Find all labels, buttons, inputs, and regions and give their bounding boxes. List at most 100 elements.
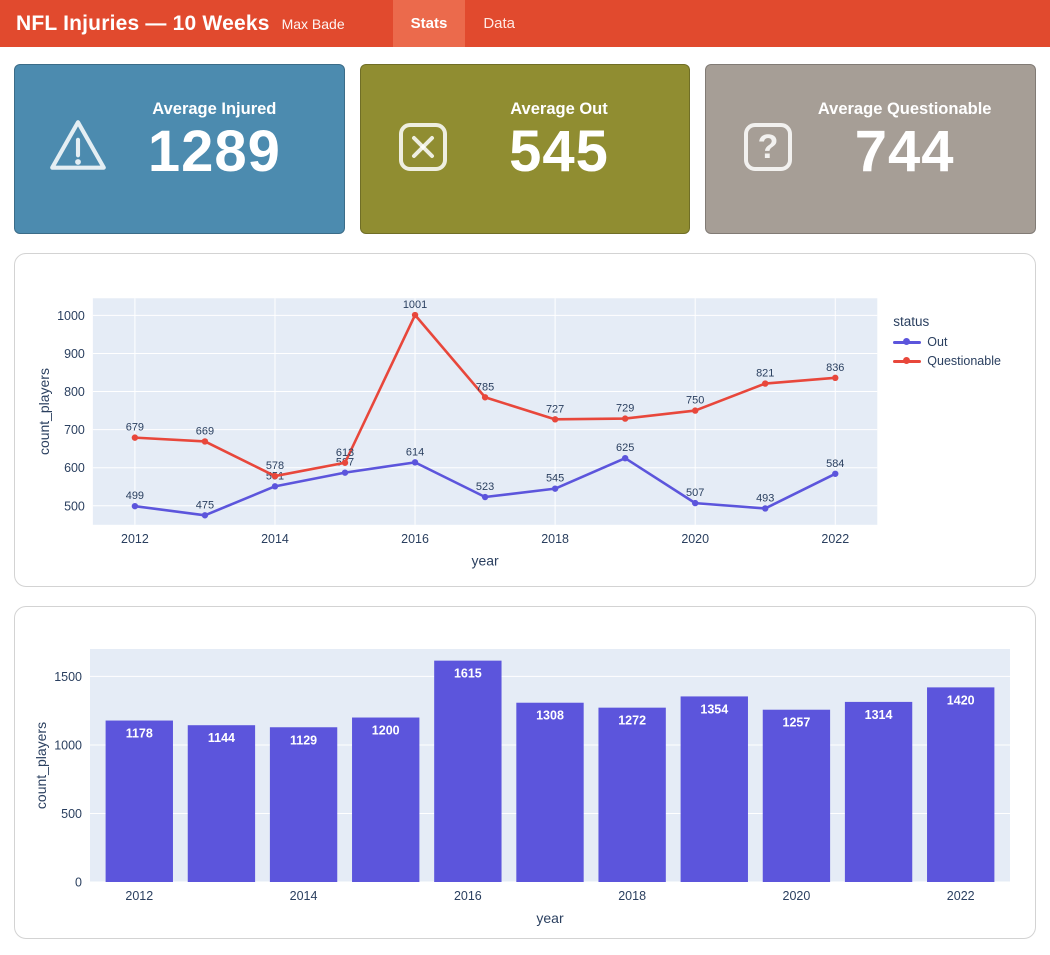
x-square-icon — [391, 115, 455, 184]
line-chart[interactable]: 5006007008009001000201220142016201820202… — [29, 282, 893, 582]
kpi-value: 744 — [855, 119, 955, 186]
bar-label: 1129 — [290, 733, 317, 747]
y-tick-label: 1000 — [57, 309, 85, 323]
bar-2015[interactable] — [352, 718, 419, 882]
bar-2017[interactable] — [516, 703, 583, 882]
data-label-questionable: 669 — [196, 425, 214, 437]
chart-legend: status OutQuestionable — [893, 282, 1023, 580]
data-label-questionable: 1001 — [403, 299, 427, 311]
kpi-row: Average Injured 1289 Average Out 545 — [14, 64, 1036, 234]
data-label-out: 545 — [546, 473, 564, 485]
x-tick-label: 2018 — [541, 532, 569, 546]
y-tick-label: 500 — [64, 499, 85, 513]
data-label-out: 584 — [826, 458, 844, 470]
kpi-value: 545 — [509, 119, 609, 186]
tab-stats[interactable]: Stats — [393, 0, 466, 47]
bar-label: 1257 — [783, 716, 811, 730]
bar-label: 1354 — [700, 702, 728, 716]
bar-2013[interactable] — [188, 725, 255, 882]
data-label-questionable: 821 — [756, 368, 774, 380]
app-title: NFL Injuries — 10 Weeks — [16, 12, 270, 36]
x-tick-label: 2016 — [401, 532, 429, 546]
data-point-out — [832, 471, 838, 477]
data-label-questionable: 836 — [826, 362, 844, 374]
data-label-questionable: 729 — [616, 403, 634, 415]
bar-2022[interactable] — [927, 687, 994, 882]
x-tick-label: 2016 — [454, 889, 482, 903]
svg-text:?: ? — [758, 128, 779, 166]
bar-label: 1615 — [454, 667, 482, 681]
app-header: NFL Injuries — 10 Weeks Max Bade Stats D… — [0, 0, 1050, 47]
data-point-out — [412, 459, 418, 465]
data-point-questionable — [832, 375, 838, 381]
data-label-questionable: 785 — [476, 381, 494, 393]
kpi-title: Average Out — [510, 100, 608, 119]
tab-data[interactable]: Data — [465, 0, 533, 47]
data-point-questionable — [552, 416, 558, 422]
data-label-out: 523 — [476, 481, 494, 493]
data-label-questionable: 578 — [266, 460, 284, 472]
data-label-out: 475 — [196, 499, 214, 511]
data-label-out: 625 — [616, 442, 634, 454]
data-point-out — [482, 494, 488, 500]
x-tick-label: 2014 — [261, 532, 289, 546]
legend-item-questionable[interactable]: Questionable — [893, 354, 1023, 368]
x-tick-label: 2012 — [125, 889, 153, 903]
y-tick-label: 600 — [64, 461, 85, 475]
bar-label: 1200 — [372, 724, 400, 738]
kpi-title: Average Questionable — [818, 100, 992, 119]
y-tick-label: 500 — [61, 807, 82, 821]
data-label-out: 499 — [126, 490, 144, 502]
data-label-out: 493 — [756, 492, 774, 504]
kpi-title: Average Injured — [152, 100, 276, 119]
bar-2012[interactable] — [106, 721, 173, 882]
x-tick-label: 2020 — [783, 889, 811, 903]
data-point-questionable — [272, 473, 278, 479]
data-label-questionable: 613 — [336, 447, 354, 459]
kpi-card-average-questionable: ? Average Questionable 744 — [705, 64, 1036, 234]
kpi-card-average-out: Average Out 545 — [360, 64, 691, 234]
main-content: Average Injured 1289 Average Out 545 — [0, 47, 1050, 939]
data-label-out: 614 — [406, 446, 424, 458]
bar-2014[interactable] — [270, 727, 337, 882]
data-label-out: 507 — [686, 487, 704, 499]
bar-2020[interactable] — [763, 710, 830, 882]
data-point-out — [692, 500, 698, 506]
data-point-out — [622, 455, 628, 461]
data-label-questionable: 750 — [686, 395, 704, 407]
bar-2021[interactable] — [845, 702, 912, 882]
bar-label: 1308 — [536, 709, 564, 723]
y-tick-label: 1500 — [54, 670, 82, 684]
x-axis-title: year — [536, 910, 564, 926]
bar-label: 1314 — [865, 708, 893, 722]
line-chart-card: 5006007008009001000201220142016201820202… — [14, 253, 1036, 587]
y-tick-label: 700 — [64, 423, 85, 437]
bar-2019[interactable] — [681, 696, 748, 882]
x-tick-label: 2014 — [290, 889, 318, 903]
x-axis-title: year — [471, 553, 499, 569]
legend-swatch — [893, 337, 921, 347]
x-tick-label: 2022 — [947, 889, 975, 903]
kpi-card-average-injured: Average Injured 1289 — [14, 64, 345, 234]
question-square-icon: ? — [736, 115, 800, 184]
legend-label: Questionable — [927, 354, 1001, 368]
y-axis-title: count_players — [36, 368, 52, 455]
x-tick-label: 2018 — [618, 889, 646, 903]
y-axis-title: count_players — [33, 722, 49, 809]
bar-chart-card: 050010001500201220142016201820202022year… — [14, 606, 1036, 939]
bar-label: 1272 — [618, 714, 646, 728]
legend-swatch — [893, 356, 921, 366]
data-point-out — [132, 503, 138, 509]
bar-chart[interactable]: 050010001500201220142016201820202022year… — [27, 627, 1023, 927]
bar-label: 1144 — [208, 731, 235, 745]
y-tick-label: 1000 — [54, 738, 82, 752]
x-tick-label: 2020 — [681, 532, 709, 546]
legend-label: Out — [927, 335, 947, 349]
warning-triangle-icon — [45, 114, 111, 185]
data-point-out — [552, 485, 558, 491]
bar-2018[interactable] — [598, 708, 665, 882]
bar-label: 1178 — [126, 727, 153, 741]
bar-2016[interactable] — [434, 661, 501, 882]
legend-item-out[interactable]: Out — [893, 335, 1023, 349]
data-point-out — [202, 512, 208, 518]
